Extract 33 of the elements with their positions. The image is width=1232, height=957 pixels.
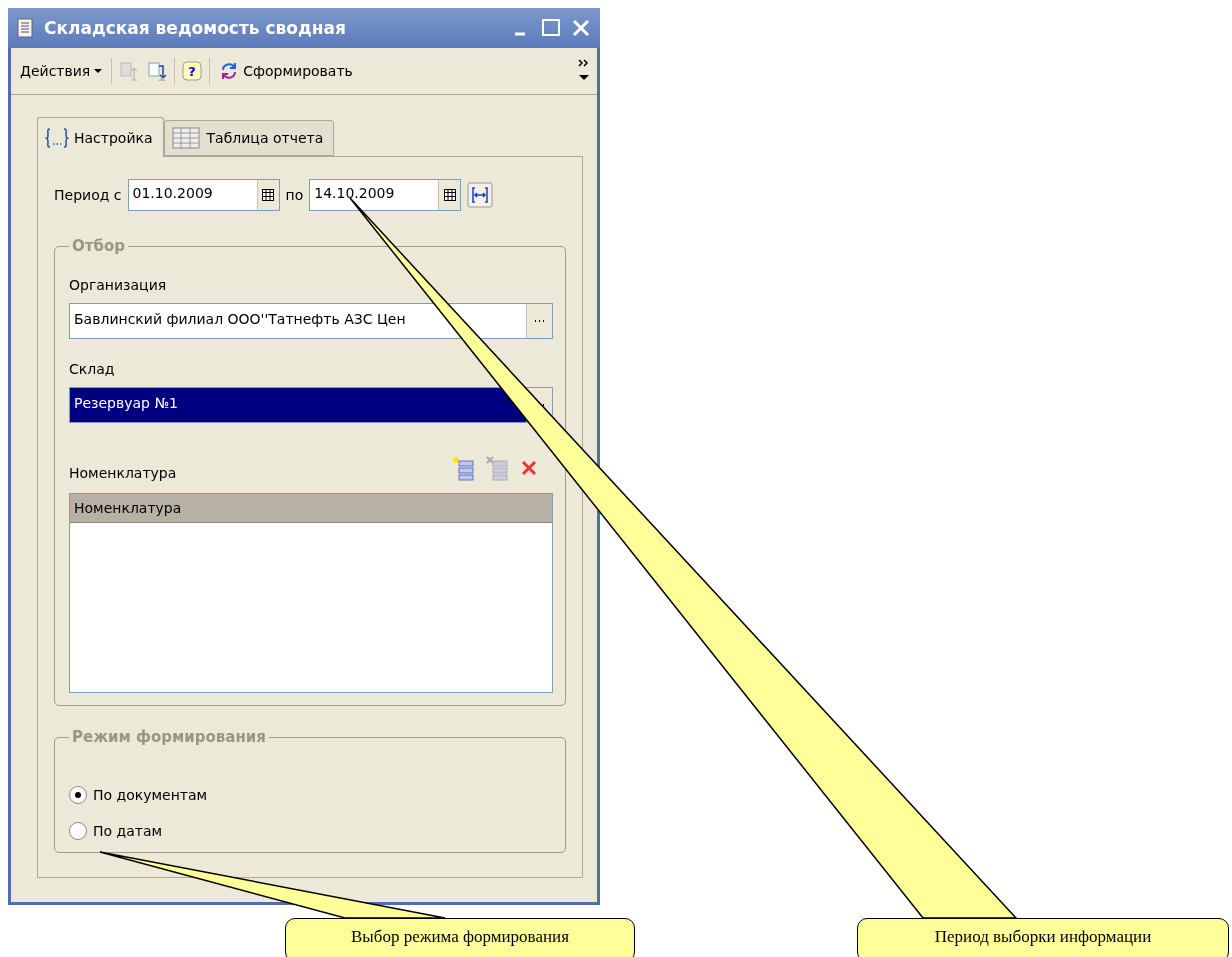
- warehouse-field[interactable]: Резервуар №1: [69, 387, 553, 423]
- delete-icon[interactable]: [519, 458, 539, 478]
- period-to-label: по: [285, 187, 304, 203]
- field-label: Склад: [69, 361, 116, 377]
- close-icon[interactable]: [570, 17, 592, 39]
- date-field[interactable]: 14.10.2009: [309, 179, 462, 211]
- group-title: Режим формирования: [71, 728, 267, 746]
- maximize-icon[interactable]: [540, 17, 562, 39]
- tab[interactable]: Таблица отчета: [163, 120, 335, 156]
- period-label: Период с: [54, 187, 122, 203]
- organization-field[interactable]: Бавлинский филиал ООО''Татнефть АЗС Цен: [69, 303, 553, 339]
- column-header[interactable]: Номенклатура: [70, 494, 552, 523]
- group-title: Отбор: [71, 237, 126, 255]
- table-icon: [170, 126, 203, 150]
- field-label: Номенклатура: [69, 465, 177, 481]
- radio-option[interactable]: По датам: [69, 822, 553, 840]
- calendar-icon[interactable]: [262, 189, 275, 201]
- help-icon[interactable]: ?: [181, 60, 204, 82]
- date-field[interactable]: 01.10.2009: [127, 179, 280, 211]
- window-title: Складская ведомость сводная: [44, 18, 347, 38]
- period-range-icon[interactable]: [467, 182, 494, 208]
- calendar-icon[interactable]: [443, 189, 456, 201]
- actions-menu[interactable]: Действия: [17, 61, 106, 81]
- radio-option[interactable]: По документам: [69, 786, 553, 804]
- callout-label: Период выборки информации: [857, 918, 1229, 957]
- document-icon: [16, 17, 36, 39]
- field-label: Организация: [69, 277, 168, 293]
- tab[interactable]: Настройка: [37, 117, 164, 157]
- caret-icon[interactable]: [94, 68, 103, 74]
- document-down-icon[interactable]: [146, 60, 169, 82]
- generate-button[interactable]: Сформировать: [216, 59, 356, 83]
- braces-icon: [44, 126, 70, 149]
- callout-label: Выбор режима формирования: [285, 918, 635, 957]
